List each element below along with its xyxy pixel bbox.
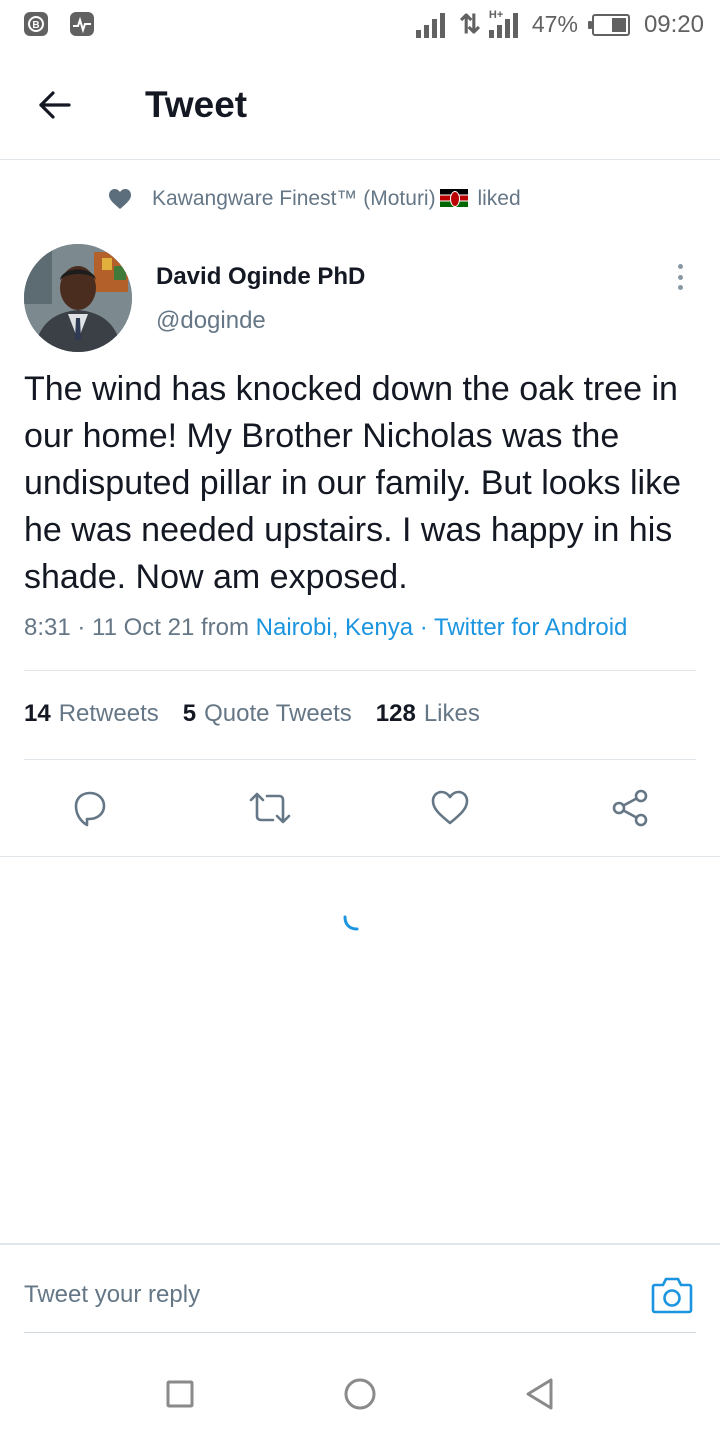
author-name[interactable]: David Oginde PhD xyxy=(156,263,365,291)
loading-spinner-icon xyxy=(343,915,359,931)
divider xyxy=(0,856,720,857)
likes-label: Likes xyxy=(423,700,480,727)
network-tag: H+ xyxy=(488,8,504,21)
tweet-actions xyxy=(0,785,720,831)
more-options-button[interactable] xyxy=(666,260,694,294)
heart-icon xyxy=(109,189,131,209)
status-bar: B ⇅ H+ 47% 09:20 xyxy=(0,0,720,50)
share-button[interactable] xyxy=(607,785,653,831)
likes-stat[interactable]: 128 Likes xyxy=(376,700,480,728)
camera-icon xyxy=(651,1277,693,1314)
social-context-text: Kawangware Finest™ (Moturi) liked xyxy=(152,187,521,211)
tweet-time: 8:31 · 11 Oct 21 from xyxy=(24,614,256,641)
status-time: 09:20 xyxy=(643,10,704,38)
b-circle-icon: B xyxy=(24,12,48,36)
activity-monitor-icon xyxy=(70,12,94,36)
retweets-count: 14 xyxy=(24,700,51,727)
more-dot-icon xyxy=(677,264,683,269)
reply-icon xyxy=(74,791,106,827)
retweet-button[interactable] xyxy=(247,785,293,831)
status-left-icons: B xyxy=(24,12,94,36)
like-button[interactable] xyxy=(427,785,473,831)
avatar[interactable] xyxy=(24,244,132,352)
square-icon xyxy=(166,1380,194,1408)
recent-apps-button[interactable] xyxy=(160,1374,200,1414)
share-icon xyxy=(612,789,648,827)
svg-text:B: B xyxy=(32,20,39,31)
social-context-user: Kawangware Finest™ (Moturi) xyxy=(152,187,436,210)
system-nav-bar xyxy=(0,1350,720,1440)
home-button[interactable] xyxy=(340,1374,380,1414)
reply-button[interactable] xyxy=(67,785,113,831)
tweet-stats: 14 Retweets 5 Quote Tweets 128 Likes xyxy=(24,700,480,728)
data-transfer-icon: ⇅ xyxy=(459,9,481,39)
reply-input[interactable]: Tweet your reply xyxy=(24,1281,200,1309)
camera-button[interactable] xyxy=(650,1273,694,1317)
signal-icon xyxy=(416,12,446,38)
kenya-flag-icon xyxy=(439,189,468,207)
app-header: Tweet xyxy=(0,50,720,160)
divider xyxy=(24,759,696,760)
signal-hplus-icon: H+ xyxy=(488,8,518,38)
reply-bar: Tweet your reply xyxy=(0,1243,720,1335)
tweet-text: The wind has knocked down the oak tree i… xyxy=(24,370,682,596)
quotes-count: 5 xyxy=(182,700,197,727)
retweet-icon xyxy=(249,792,291,824)
back-button[interactable] xyxy=(30,80,80,130)
tweet-location-link[interactable]: Nairobi, Kenya xyxy=(256,614,413,641)
battery-icon xyxy=(587,13,630,36)
like-icon xyxy=(431,790,469,825)
circle-icon xyxy=(344,1378,376,1410)
reply-underline xyxy=(24,1332,696,1333)
tweet-meta: 8:31 · 11 Oct 21 from Nairobi, Kenya · T… xyxy=(24,614,627,642)
page-title: Tweet xyxy=(145,84,248,125)
social-context[interactable]: Kawangware Finest™ (Moturi) liked xyxy=(108,187,521,211)
more-dot-icon xyxy=(677,274,683,280)
arrow-left-icon xyxy=(39,91,71,119)
retweets-label: Retweets xyxy=(58,700,159,727)
status-right: ⇅ H+ 47% 09:20 xyxy=(416,9,704,40)
back-nav-button[interactable] xyxy=(520,1374,560,1414)
triangle-back-icon xyxy=(526,1378,553,1410)
tweet-source-link[interactable]: Twitter for Android xyxy=(434,614,627,641)
author-handle[interactable]: @doginde xyxy=(156,307,266,335)
divider xyxy=(24,670,696,671)
likes-count: 128 xyxy=(375,700,416,727)
quotes-label: Quote Tweets xyxy=(204,700,352,727)
retweets-stat[interactable]: 14 Retweets xyxy=(24,700,159,728)
battery-percent: 47% xyxy=(531,11,578,37)
quote-tweets-stat[interactable]: 5 Quote Tweets xyxy=(183,700,352,728)
meta-separator: · xyxy=(413,614,434,641)
more-dot-icon xyxy=(677,285,683,290)
social-context-action: liked xyxy=(477,187,521,210)
